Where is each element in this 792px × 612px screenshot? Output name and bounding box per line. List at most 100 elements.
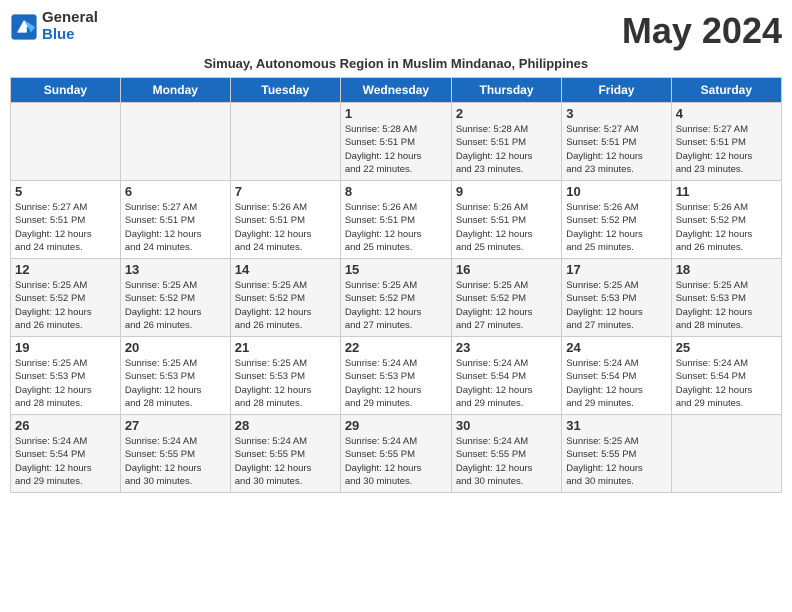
day-cell: 20 Sunrise: 5:25 AM Sunset: 5:53 PM Dayli… (120, 337, 230, 415)
header-cell-wednesday: Wednesday (340, 78, 451, 103)
day-number: 6 (125, 184, 226, 199)
day-number: 8 (345, 184, 447, 199)
day-cell: 31 Sunrise: 5:25 AM Sunset: 5:55 PM Dayli… (562, 415, 671, 493)
day-info: Sunrise: 5:25 AM Sunset: 5:52 PM Dayligh… (456, 279, 557, 332)
day-number: 7 (235, 184, 336, 199)
day-number: 21 (235, 340, 336, 355)
day-cell (120, 103, 230, 181)
day-info: Sunrise: 5:25 AM Sunset: 5:53 PM Dayligh… (566, 279, 666, 332)
day-cell: 5 Sunrise: 5:27 AM Sunset: 5:51 PM Daylig… (11, 181, 121, 259)
day-number: 1 (345, 106, 447, 121)
day-info: Sunrise: 5:27 AM Sunset: 5:51 PM Dayligh… (676, 123, 777, 176)
logo-text: General Blue (42, 10, 98, 43)
day-cell: 30Sunrise: 5:24 AM Sunset: 5:55 PM Dayli… (451, 415, 561, 493)
day-info: Sunrise: 5:24 AM Sunset: 5:54 PM Dayligh… (15, 435, 116, 488)
header-row: SundayMondayTuesdayWednesdayThursdayFrid… (11, 78, 782, 103)
day-number: 2 (456, 106, 557, 121)
header-cell-monday: Monday (120, 78, 230, 103)
day-number: 31 (566, 418, 666, 433)
header-cell-tuesday: Tuesday (230, 78, 340, 103)
day-cell: 10Sunrise: 5:26 AM Sunset: 5:52 PM Dayli… (562, 181, 671, 259)
day-cell: 24 Sunrise: 5:24 AM Sunset: 5:54 PM Dayli… (562, 337, 671, 415)
day-info: Sunrise: 5:26 AM Sunset: 5:51 PM Dayligh… (456, 201, 557, 254)
day-info: Sunrise: 5:24 AM Sunset: 5:54 PM Dayligh… (456, 357, 557, 410)
day-number: 13 (125, 262, 226, 277)
day-cell (230, 103, 340, 181)
day-number: 22 (345, 340, 447, 355)
day-cell (11, 103, 121, 181)
day-info: Sunrise: 5:25 AM Sunset: 5:52 PM Dayligh… (345, 279, 447, 332)
day-info: Sunrise: 5:24 AM Sunset: 5:55 PM Dayligh… (235, 435, 336, 488)
logo-icon (10, 13, 38, 41)
day-number: 28 (235, 418, 336, 433)
day-cell: 9 Sunrise: 5:26 AM Sunset: 5:51 PM Daylig… (451, 181, 561, 259)
day-info: Sunrise: 5:24 AM Sunset: 5:55 PM Dayligh… (125, 435, 226, 488)
day-number: 20 (125, 340, 226, 355)
day-cell: 2 Sunrise: 5:28 AM Sunset: 5:51 PM Daylig… (451, 103, 561, 181)
week-row: 1 Sunrise: 5:28 AM Sunset: 5:51 PM Daylig… (11, 103, 782, 181)
month-title: May 2024 (622, 10, 782, 52)
day-info: Sunrise: 5:27 AM Sunset: 5:51 PM Dayligh… (125, 201, 226, 254)
day-info: Sunrise: 5:26 AM Sunset: 5:52 PM Dayligh… (676, 201, 777, 254)
day-cell: 16Sunrise: 5:25 AM Sunset: 5:52 PM Dayli… (451, 259, 561, 337)
day-info: Sunrise: 5:25 AM Sunset: 5:53 PM Dayligh… (15, 357, 116, 410)
day-number: 4 (676, 106, 777, 121)
day-info: Sunrise: 5:25 AM Sunset: 5:52 PM Dayligh… (125, 279, 226, 332)
day-cell: 18Sunrise: 5:25 AM Sunset: 5:53 PM Dayli… (671, 259, 781, 337)
day-number: 5 (15, 184, 116, 199)
day-cell: 4 Sunrise: 5:27 AM Sunset: 5:51 PM Daylig… (671, 103, 781, 181)
day-info: Sunrise: 5:25 AM Sunset: 5:55 PM Dayligh… (566, 435, 666, 488)
day-cell: 21 Sunrise: 5:25 AM Sunset: 5:53 PM Dayli… (230, 337, 340, 415)
day-cell: 8 Sunrise: 5:26 AM Sunset: 5:51 PM Daylig… (340, 181, 451, 259)
day-cell: 6 Sunrise: 5:27 AM Sunset: 5:51 PM Daylig… (120, 181, 230, 259)
day-number: 17 (566, 262, 666, 277)
day-number: 9 (456, 184, 557, 199)
day-cell: 27 Sunrise: 5:24 AM Sunset: 5:55 PM Dayli… (120, 415, 230, 493)
day-info: Sunrise: 5:25 AM Sunset: 5:52 PM Dayligh… (235, 279, 336, 332)
header-cell-saturday: Saturday (671, 78, 781, 103)
day-info: Sunrise: 5:28 AM Sunset: 5:51 PM Dayligh… (345, 123, 447, 176)
day-cell: 7 Sunrise: 5:26 AM Sunset: 5:51 PM Daylig… (230, 181, 340, 259)
calendar-table: SundayMondayTuesdayWednesdayThursdayFrid… (10, 77, 782, 493)
day-cell: 14 Sunrise: 5:25 AM Sunset: 5:52 PM Dayli… (230, 259, 340, 337)
day-info: Sunrise: 5:28 AM Sunset: 5:51 PM Dayligh… (456, 123, 557, 176)
day-info: Sunrise: 5:24 AM Sunset: 5:55 PM Dayligh… (345, 435, 447, 488)
day-number: 24 (566, 340, 666, 355)
day-number: 23 (456, 340, 557, 355)
day-cell: 11Sunrise: 5:26 AM Sunset: 5:52 PM Dayli… (671, 181, 781, 259)
week-row: 19 Sunrise: 5:25 AM Sunset: 5:53 PM Dayli… (11, 337, 782, 415)
page-subtitle: Simuay, Autonomous Region in Muslim Mind… (10, 56, 782, 71)
logo: General Blue (10, 10, 98, 43)
day-cell: 17 Sunrise: 5:25 AM Sunset: 5:53 PM Dayli… (562, 259, 671, 337)
day-cell: 12Sunrise: 5:25 AM Sunset: 5:52 PM Dayli… (11, 259, 121, 337)
day-cell: 29 Sunrise: 5:24 AM Sunset: 5:55 PM Dayli… (340, 415, 451, 493)
day-info: Sunrise: 5:24 AM Sunset: 5:54 PM Dayligh… (566, 357, 666, 410)
day-cell: 13 Sunrise: 5:25 AM Sunset: 5:52 PM Dayli… (120, 259, 230, 337)
week-row: 5 Sunrise: 5:27 AM Sunset: 5:51 PM Daylig… (11, 181, 782, 259)
day-number: 19 (15, 340, 116, 355)
day-cell: 26 Sunrise: 5:24 AM Sunset: 5:54 PM Dayli… (11, 415, 121, 493)
day-info: Sunrise: 5:25 AM Sunset: 5:53 PM Dayligh… (125, 357, 226, 410)
day-number: 3 (566, 106, 666, 121)
day-number: 27 (125, 418, 226, 433)
header-cell-friday: Friday (562, 78, 671, 103)
page-header: General Blue May 2024 (10, 10, 782, 52)
day-info: Sunrise: 5:26 AM Sunset: 5:52 PM Dayligh… (566, 201, 666, 254)
day-number: 26 (15, 418, 116, 433)
day-cell: 25Sunrise: 5:24 AM Sunset: 5:54 PM Dayli… (671, 337, 781, 415)
week-row: 26 Sunrise: 5:24 AM Sunset: 5:54 PM Dayli… (11, 415, 782, 493)
day-info: Sunrise: 5:26 AM Sunset: 5:51 PM Dayligh… (235, 201, 336, 254)
day-cell (671, 415, 781, 493)
week-row: 12 Sunrise: 5:25 AM Sunset: 5:52 PM Dayli… (11, 259, 782, 337)
day-info: Sunrise: 5:25 AM Sunset: 5:53 PM Dayligh… (235, 357, 336, 410)
day-number: 25 (676, 340, 777, 355)
day-number: 12 (15, 262, 116, 277)
day-cell: 28 Sunrise: 5:24 AM Sunset: 5:55 PM Dayli… (230, 415, 340, 493)
day-info: Sunrise: 5:26 AM Sunset: 5:51 PM Dayligh… (345, 201, 447, 254)
header-cell-sunday: Sunday (11, 78, 121, 103)
day-info: Sunrise: 5:24 AM Sunset: 5:55 PM Dayligh… (456, 435, 557, 488)
day-number: 14 (235, 262, 336, 277)
day-number: 29 (345, 418, 447, 433)
day-info: Sunrise: 5:27 AM Sunset: 5:51 PM Dayligh… (15, 201, 116, 254)
day-info: Sunrise: 5:24 AM Sunset: 5:53 PM Dayligh… (345, 357, 447, 410)
